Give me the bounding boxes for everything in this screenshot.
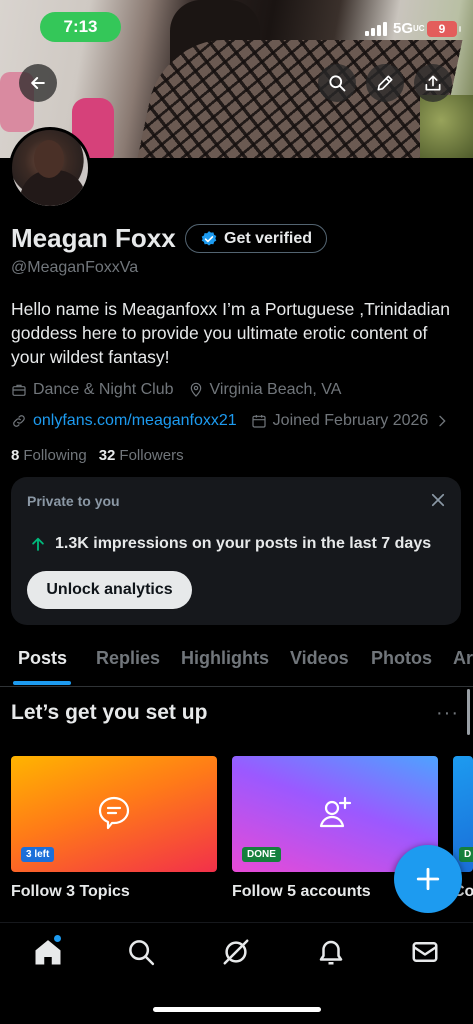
chevron-right-icon — [439, 415, 446, 427]
profile-meta-row: Dance & Night Club Virginia Beach, VA — [11, 381, 341, 399]
tab-replies[interactable]: Replies — [96, 648, 160, 669]
card-badge: D — [459, 847, 473, 862]
arrow-up-icon — [32, 537, 44, 551]
home-notification-dot — [54, 935, 61, 942]
edit-profile-button[interactable] — [366, 64, 404, 102]
private-card-title: Private to you — [27, 493, 120, 509]
profile-tabs: Posts Replies Highlights Videos Photos A… — [0, 640, 473, 686]
arrow-left-icon — [31, 77, 45, 89]
setup-card-label: Follow 3 Topics — [11, 883, 130, 900]
get-verified-label: Get verified — [224, 229, 313, 247]
topic-bubble-icon — [98, 796, 130, 830]
setup-card-partial[interactable]: D — [453, 756, 473, 872]
avatar[interactable] — [9, 127, 91, 209]
card-badge: 3 left — [21, 847, 55, 862]
divider — [0, 686, 473, 687]
get-verified-button[interactable]: Get verified — [185, 224, 328, 253]
battery-icon: 9 — [427, 20, 461, 37]
following-link[interactable]: 8 Following — [11, 447, 87, 464]
link-icon — [13, 415, 25, 427]
banner-photo-detail — [420, 95, 473, 158]
close-icon[interactable] — [429, 491, 447, 509]
profile-bio: Hello name is Meaganfoxx I’m a Portugues… — [11, 299, 451, 367]
search-icon[interactable] — [126, 937, 156, 967]
follow-stats: 8 Following 32 Followers — [11, 447, 184, 464]
setup-card-topics[interactable]: 3 left — [11, 756, 217, 872]
plus-icon — [416, 867, 440, 891]
profile-meta-row-2: onlyfans.com/meaganfoxx21 Joined Februar… — [11, 412, 450, 430]
status-indicators: 5GUC 9 — [364, 20, 461, 37]
home-indicator[interactable] — [153, 1007, 321, 1012]
private-analytics-card: Private to you 1.3K impressions on your … — [11, 477, 461, 625]
profile-joined[interactable]: Joined February 2026 — [251, 412, 451, 430]
profile-location: Virginia Beach, VA — [188, 381, 341, 399]
share-button[interactable] — [414, 64, 452, 102]
edit-icon — [377, 75, 393, 91]
messages-icon[interactable] — [410, 937, 440, 967]
card-badge: DONE — [242, 847, 281, 862]
followers-link[interactable]: 32 Followers — [99, 447, 184, 464]
calendar-icon — [252, 415, 266, 428]
setup-card-label: Follow 5 accounts — [232, 883, 371, 900]
notifications-icon[interactable] — [316, 937, 346, 967]
scrollbar[interactable] — [467, 689, 470, 735]
back-button[interactable] — [19, 64, 57, 102]
unlock-analytics-button[interactable]: Unlock analytics — [27, 571, 192, 609]
location-pin-icon — [190, 382, 201, 397]
profile-handle: @MeaganFoxxVa — [11, 259, 139, 276]
profile-category: Dance & Night Club — [11, 381, 174, 399]
compose-post-button[interactable] — [394, 845, 462, 913]
setup-title: Let’s get you set up — [11, 701, 208, 724]
tab-photos[interactable]: Photos — [371, 648, 432, 669]
grok-icon[interactable] — [221, 937, 251, 967]
tab-highlights[interactable]: Highlights — [181, 648, 269, 669]
search-icon — [329, 75, 346, 92]
signal-icon — [364, 21, 387, 36]
network-label: 5GUC — [392, 20, 425, 37]
impressions-summary: 1.3K impressions on your posts in the la… — [29, 535, 431, 553]
add-user-icon — [319, 796, 352, 828]
more-options-icon[interactable]: ··· — [436, 702, 459, 725]
tab-videos[interactable]: Videos — [290, 648, 349, 669]
profile-website[interactable]: onlyfans.com/meaganfoxx21 — [11, 412, 237, 430]
banner-photo-detail — [137, 40, 463, 158]
search-profile-button[interactable] — [318, 64, 356, 102]
status-time: 7:13 — [40, 12, 121, 42]
profile-name: Meagan Foxx — [11, 223, 176, 253]
tab-posts[interactable]: Posts — [18, 648, 67, 669]
verified-badge-icon — [201, 230, 217, 246]
share-icon — [425, 75, 441, 91]
active-tab-indicator — [13, 681, 71, 685]
briefcase-icon — [12, 384, 26, 396]
tab-articles[interactable]: Ar — [453, 648, 473, 669]
